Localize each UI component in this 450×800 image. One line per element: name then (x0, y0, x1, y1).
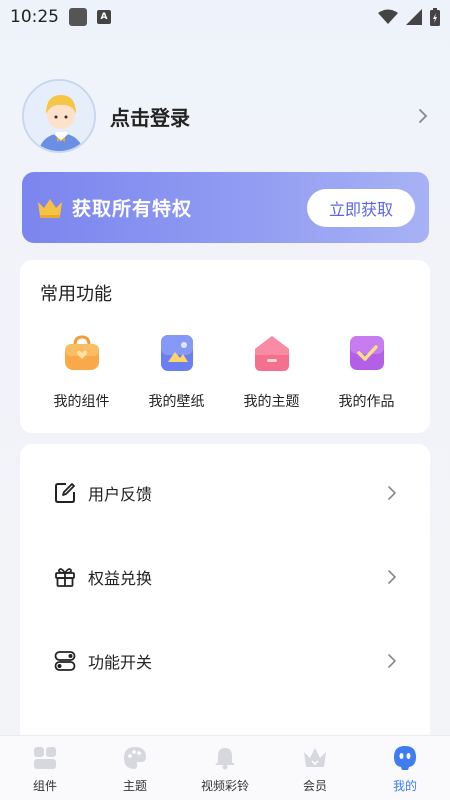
a-badge-icon: A (97, 10, 111, 24)
bag-icon (59, 330, 105, 376)
theme-home-icon (249, 330, 295, 376)
nav-widgets[interactable]: 组件 (0, 736, 90, 800)
my-wallpapers-button[interactable]: 我的壁纸 (129, 330, 224, 411)
toggle-icon (54, 650, 76, 672)
chevron-right-icon (388, 570, 396, 584)
status-time: 10:25 (10, 7, 59, 27)
mine-icon (392, 745, 418, 771)
get-now-button[interactable]: 立即获取 (307, 188, 415, 227)
profile-login-row[interactable]: 点击登录 (22, 76, 432, 156)
gift-icon (54, 566, 76, 588)
menu-item-benefits[interactable]: 权益兑换 (20, 557, 430, 597)
chevron-right-icon (388, 486, 396, 500)
nav-video-ringtone[interactable]: 视频彩铃 (180, 736, 270, 800)
menu-label-feature-switch: 功能开关 (88, 653, 153, 672)
wallpaper-icon (154, 330, 200, 376)
my-works-button[interactable]: 我的作品 (319, 330, 414, 411)
menu-item-feature-switch[interactable]: 功能开关 (20, 641, 430, 681)
login-text[interactable]: 点击登录 (110, 102, 190, 131)
widgets-icon (32, 745, 58, 771)
palette-icon (122, 745, 148, 771)
nav-label-widgets: 组件 (32, 779, 57, 793)
nav-label-video-ringtone: 视频彩铃 (200, 779, 249, 793)
crown-icon (38, 198, 62, 218)
vip-banner[interactable]: 获取所有特权 立即获取 (22, 172, 429, 243)
menu-label-benefits: 权益兑换 (88, 569, 153, 588)
status-bar: 10:25 A (0, 0, 450, 34)
my-themes-label: 我的主题 (243, 394, 300, 410)
nav-label-mine: 我的 (392, 779, 417, 793)
my-works-label: 我的作品 (338, 394, 395, 410)
bottom-nav: 组件 主题 视频彩铃 会员 我的 (0, 735, 450, 800)
chevron-right-icon[interactable] (418, 108, 428, 124)
signal-icon (406, 9, 422, 25)
my-widgets-button[interactable]: 我的组件 (34, 330, 129, 411)
nav-mine[interactable]: 我的 (360, 736, 450, 800)
common-functions-grid: 我的组件 我的壁纸 我的主题 我的作品 (20, 330, 430, 411)
nav-label-membership: 会员 (302, 779, 327, 793)
vip-banner-title: 获取所有特权 (72, 198, 193, 220)
crown-icon (302, 745, 328, 771)
menu-label-feedback: 用户反馈 (88, 485, 153, 504)
avatar[interactable] (22, 79, 96, 153)
my-wallpapers-label: 我的壁纸 (148, 394, 205, 410)
my-themes-button[interactable]: 我的主题 (224, 330, 319, 411)
bell-icon (212, 745, 238, 771)
edit-icon (54, 482, 76, 504)
works-check-icon (344, 330, 390, 376)
avatar-icon (24, 81, 94, 151)
nav-membership[interactable]: 会员 (270, 736, 360, 800)
menu-item-feedback[interactable]: 用户反馈 (20, 473, 430, 513)
chevron-right-icon (388, 654, 396, 668)
common-functions-title: 常用功能 (40, 284, 112, 305)
battery-icon (430, 8, 440, 26)
settings-menu-card: 用户反馈 权益兑换 功能开关 (20, 444, 430, 744)
nav-label-themes: 主题 (122, 779, 147, 793)
my-widgets-label: 我的组件 (53, 394, 110, 410)
wifi-icon (378, 9, 398, 24)
nav-themes[interactable]: 主题 (90, 736, 180, 800)
notification-square-icon (69, 8, 87, 26)
common-functions-card: 常用功能 我的组件 我的壁纸 我的主题 我的作品 (20, 260, 430, 433)
